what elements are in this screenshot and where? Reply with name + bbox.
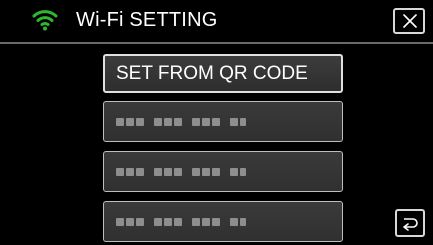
saved-network-button-3[interactable]: [103, 201, 343, 242]
option-label: SET FROM QR CODE: [116, 63, 308, 84]
network-name-placeholder-icon: [116, 118, 246, 126]
network-name-placeholder-icon: [116, 168, 246, 176]
header-bar: Wi-Fi SETTING: [0, 0, 433, 40]
header-divider: [0, 42, 433, 44]
network-name-placeholder-icon: [116, 218, 246, 226]
close-button[interactable]: [393, 8, 425, 34]
saved-network-button-1[interactable]: [103, 101, 343, 142]
wifi-icon: [32, 10, 58, 31]
back-button[interactable]: [395, 209, 425, 237]
saved-network-button-2[interactable]: [103, 151, 343, 192]
return-arrow-icon: [403, 218, 418, 231]
close-icon: [403, 14, 417, 28]
set-from-qr-code-button[interactable]: SET FROM QR CODE: [103, 54, 343, 93]
page-title: Wi-Fi SETTING: [76, 9, 218, 31]
